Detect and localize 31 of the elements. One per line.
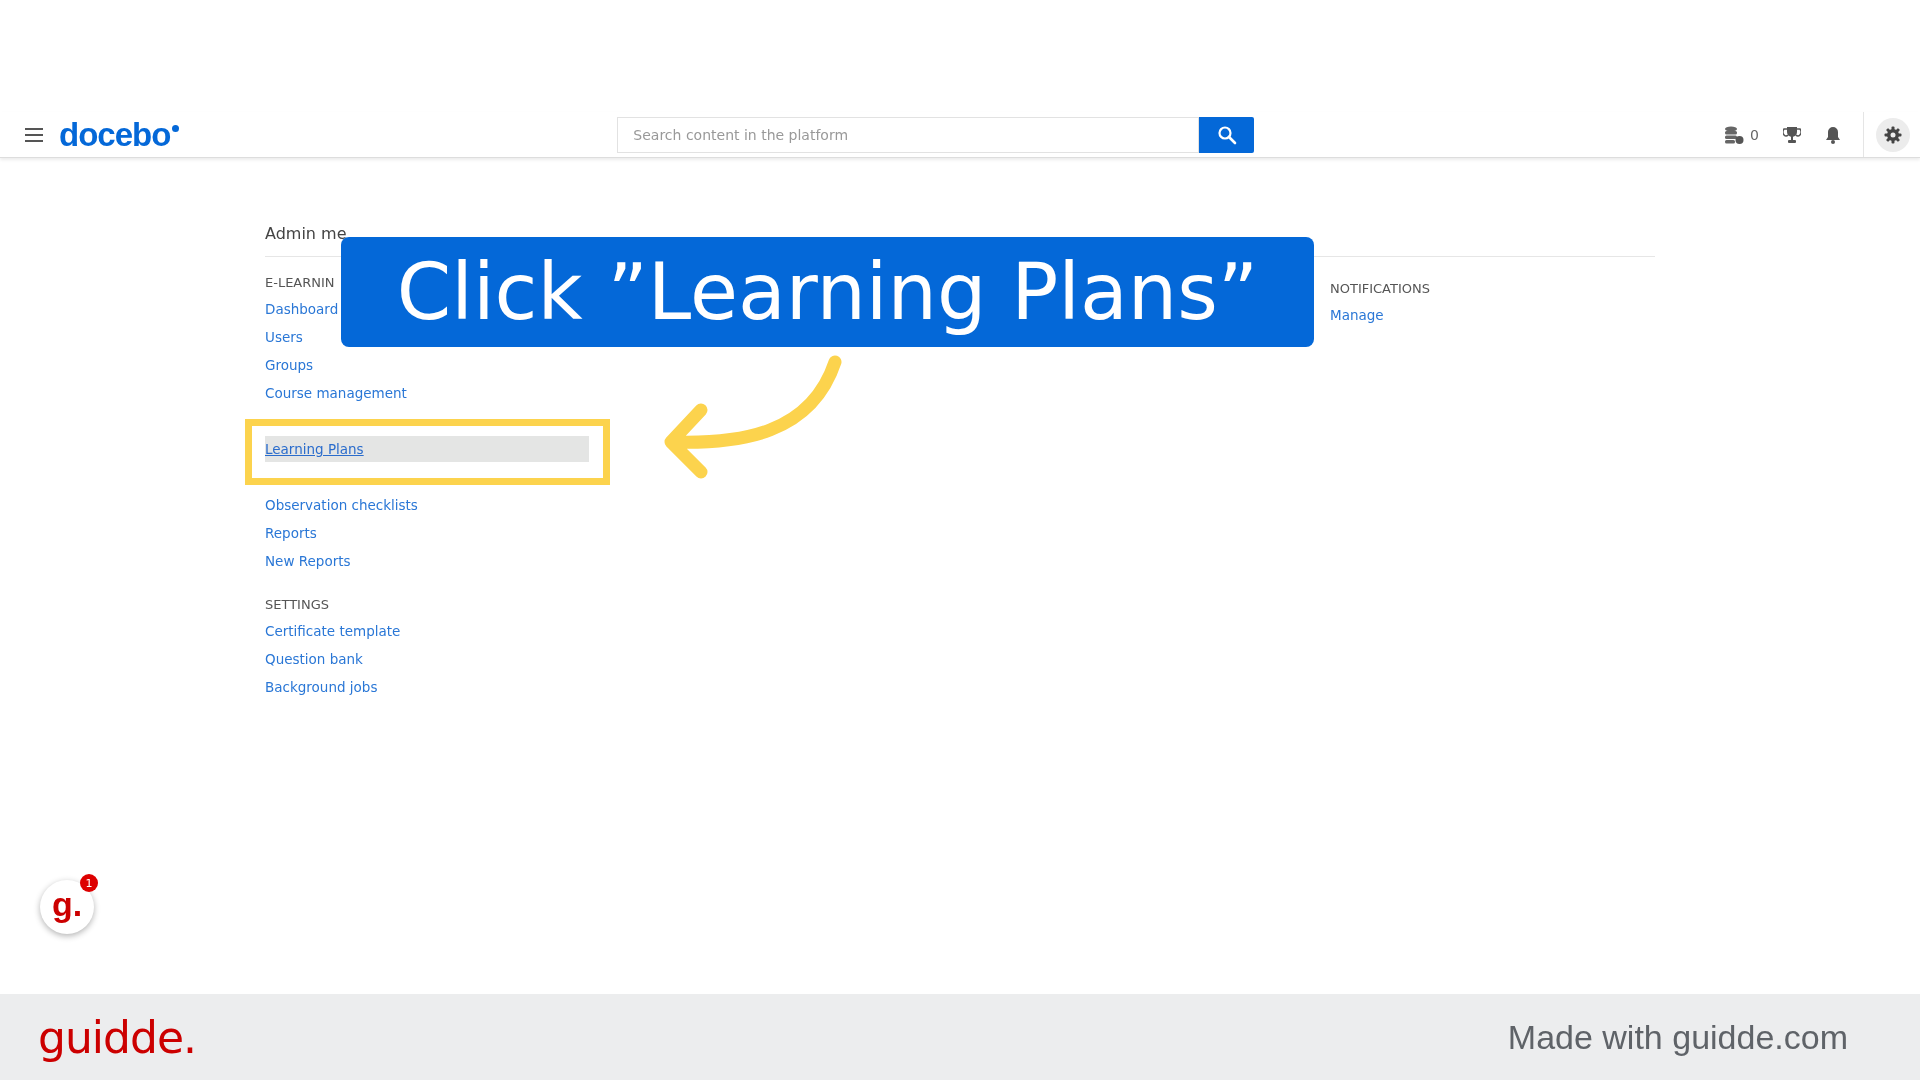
settings-icon xyxy=(1884,125,1902,144)
menu-link[interactable]: Certificate template xyxy=(265,623,401,639)
credits-count: 0 xyxy=(1750,126,1759,143)
notification-badge: 1 xyxy=(80,874,98,892)
menu-link[interactable]: Manage xyxy=(1330,307,1384,323)
menu-icon[interactable] xyxy=(25,127,43,142)
search-button[interactable] xyxy=(1199,116,1255,153)
bell-icon[interactable] xyxy=(1825,125,1841,144)
menu-link[interactable]: Reports xyxy=(265,525,317,541)
section-heading: NOTIFICATIONS xyxy=(1330,280,1430,298)
guidde-logo: guidde. xyxy=(38,1011,196,1063)
menu-link[interactable]: Users xyxy=(265,329,303,345)
registered-mark-icon xyxy=(172,125,180,132)
menu-link[interactable]: Dashboard xyxy=(265,301,339,317)
menu-link[interactable]: Observation checklists xyxy=(265,497,418,513)
menu-link[interactable]: Groups xyxy=(265,357,314,373)
search-field[interactable]: Search content in the platform xyxy=(617,116,1200,153)
menu-link[interactable]: Learning Plans xyxy=(265,441,364,457)
docebo-logo[interactable]: docebo xyxy=(59,118,171,151)
coins-icon[interactable] xyxy=(1724,124,1745,145)
search-icon xyxy=(1216,124,1237,145)
made-with-credit: Made with guidde.com xyxy=(1507,1017,1848,1057)
menu-link[interactable]: Course management xyxy=(265,385,407,401)
trophy-icon[interactable] xyxy=(1783,125,1801,144)
section-heading: SETTINGS xyxy=(265,596,329,614)
menu-link[interactable]: Question bank xyxy=(265,651,363,667)
menu-link[interactable]: Background jobs xyxy=(265,679,378,695)
highlighted-menu-row[interactable]: Learning Plans xyxy=(265,436,589,462)
section-heading: E-LEARNIN xyxy=(265,274,335,292)
menu-link[interactable]: New Reports xyxy=(265,553,351,569)
settings-button[interactable] xyxy=(1876,117,1910,152)
